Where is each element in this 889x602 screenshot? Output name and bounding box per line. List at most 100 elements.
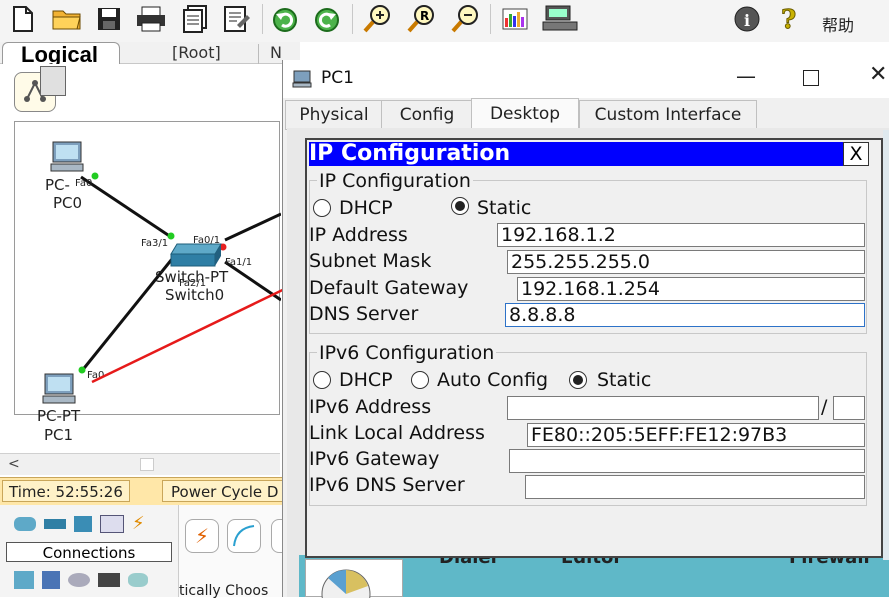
ipv6-static-radio[interactable] [569,371,587,389]
subnet-mask-label: Subnet Mask [309,250,432,272]
subnet-mask-field[interactable]: 255.255.255.0 [507,250,865,274]
switch0-port-fa31: Fa3/1 [141,238,169,249]
link-local-address-field[interactable]: FE80::205:5EFF:FE12:97B3 [527,423,865,447]
ip-address-field[interactable]: 192.168.1.2 [497,223,865,247]
viewport-thumbnail-icon[interactable] [40,66,66,96]
svg-text:R: R [420,9,429,23]
zoom-reset-icon[interactable]: R [406,4,436,34]
tab-custom-interface[interactable]: Custom Interface [579,100,757,130]
ipv4-group-title: IP Configuration [317,170,473,192]
ipv6-dhcp-radio[interactable] [313,371,331,389]
realtime-status-bar: Time: 52:55:26 Power Cycle D [0,477,288,505]
pc0-port-label: Fa0 [75,178,93,189]
device-category-label: Connections [6,542,172,562]
ipv4-dhcp-radio[interactable] [313,199,331,217]
print-icon[interactable] [136,4,166,34]
ipv6-auto-config-label: Auto Config [437,369,549,391]
scroll-thumb[interactable] [140,458,154,471]
link-local-address-label: Link Local Address [309,422,485,444]
ipv6-static-label: Static [597,369,652,391]
switches-icon[interactable] [44,518,66,529]
custom-devices-icon[interactable] [98,573,120,587]
desktop-app-strip: Dialer Editor Firewall [299,547,889,602]
workspace-horizontal-scrollbar[interactable]: < [0,453,280,475]
pc1-device-icon[interactable] [41,372,77,406]
switch0-port-fa11: Fa1/1 [225,257,253,268]
pc1-window: PC1 — ✕ Physical Config Desktop Custom I… [282,60,889,602]
ipv6-auto-config-radio[interactable] [411,371,429,389]
time-display: Time: 52:55:26 [2,480,130,502]
custom-device-icon[interactable] [540,4,580,34]
multiuser-icon[interactable] [128,573,148,587]
svg-text:?: ? [781,5,796,34]
main-toolbar: R i ? 帮助 [0,0,889,42]
redo-icon[interactable] [312,4,342,34]
notes-icon[interactable] [222,4,252,34]
end-devices-icon[interactable] [14,571,34,589]
pc-window-app-icon [291,68,313,90]
ipv6-prefix-field[interactable] [833,396,865,420]
open-folder-icon[interactable] [52,4,82,34]
power-cycle-button[interactable]: Power Cycle D [162,480,288,502]
ipv6-prefix-slash: / [821,396,828,418]
ip-address-label: IP Address [309,224,408,246]
pc1-port-label: Fa0 [87,370,105,381]
ipv6-dns-server-field[interactable] [525,475,865,499]
tab-physical[interactable]: Physical [285,100,383,130]
connections-icon[interactable]: ⚡ [132,513,145,534]
console-cable-icon[interactable] [227,519,261,553]
pc1-tabbar: Physical Config Desktop Custom Interface [283,98,889,130]
tab-config[interactable]: Config [381,100,473,130]
palette-icon[interactable] [500,4,530,34]
ipv4-dhcp-label: DHCP [339,197,393,219]
new-file-icon[interactable] [8,4,38,34]
activity-wizard-icon[interactable] [180,4,210,34]
ipv6-dns-server-label: IPv6 DNS Server [309,474,465,496]
minimize-button[interactable]: — [731,64,761,92]
topology-canvas[interactable]: PC- Fa0 PC0 Fa0/1 Fa3/1 Fa1/1 Switch-PT … [14,121,281,424]
ipv6-gateway-field[interactable] [509,449,865,473]
ipv6-gateway-label: IPv6 Gateway [309,448,440,470]
help-icon[interactable]: ? [776,4,806,35]
dns-server-label: DNS Server [309,303,419,325]
device-type-row [14,571,148,589]
scroll-left-icon[interactable]: < [8,456,20,472]
ipv6-dhcp-label: DHCP [339,369,393,391]
close-window-button[interactable]: ✕ [869,62,889,92]
pc0-type-label: PC- [45,176,70,194]
ipv6-group-title: IPv6 Configuration [317,342,497,364]
zoom-in-icon[interactable] [362,4,392,34]
desktop-right-edge [883,130,889,560]
ipv4-static-label: Static [477,197,532,219]
ip-config-close-button[interactable]: X [843,142,869,166]
ip-configuration-header: IP Configuration [309,142,843,166]
svg-text:i: i [744,11,750,30]
root-breadcrumb[interactable]: [Root] [172,43,221,62]
zoom-out-icon[interactable] [450,4,480,34]
tab-desktop[interactable]: Desktop [471,98,579,129]
ipv4-static-radio[interactable] [451,197,469,215]
hubs-icon[interactable] [74,515,92,532]
auto-connection-icon[interactable]: ⚡ [185,519,219,553]
undo-icon[interactable] [270,4,300,34]
pc0-device-icon[interactable] [49,140,85,174]
pc1-name-label: PC1 [44,426,74,444]
ipv6-address-field[interactable] [507,396,819,420]
pc1-title-bar: PC1 — ✕ [283,60,889,98]
dns-server-field[interactable]: 8.8.8.8 [505,303,865,327]
device-type-panel: ⚡ Connections ⚡ tically Choos [0,505,285,599]
default-gateway-field[interactable]: 192.168.1.254 [517,277,865,301]
connection-types-panel: ⚡ tically Choos [178,505,285,599]
routers-icon[interactable] [14,516,36,531]
pc1-window-title: PC1 [321,68,354,88]
device-category-row: ⚡ [14,513,145,534]
info-icon[interactable]: i [732,4,762,34]
wireless-icon[interactable] [100,514,124,533]
save-icon[interactable] [94,4,124,34]
security-icon[interactable] [42,571,60,589]
help-menu[interactable]: 帮助 [822,12,854,36]
ipv6-address-label: IPv6 Address [309,396,432,418]
maximize-button[interactable] [803,70,819,86]
wan-cloud-icon[interactable] [68,573,90,587]
desktop-app-tile[interactable] [305,559,403,602]
